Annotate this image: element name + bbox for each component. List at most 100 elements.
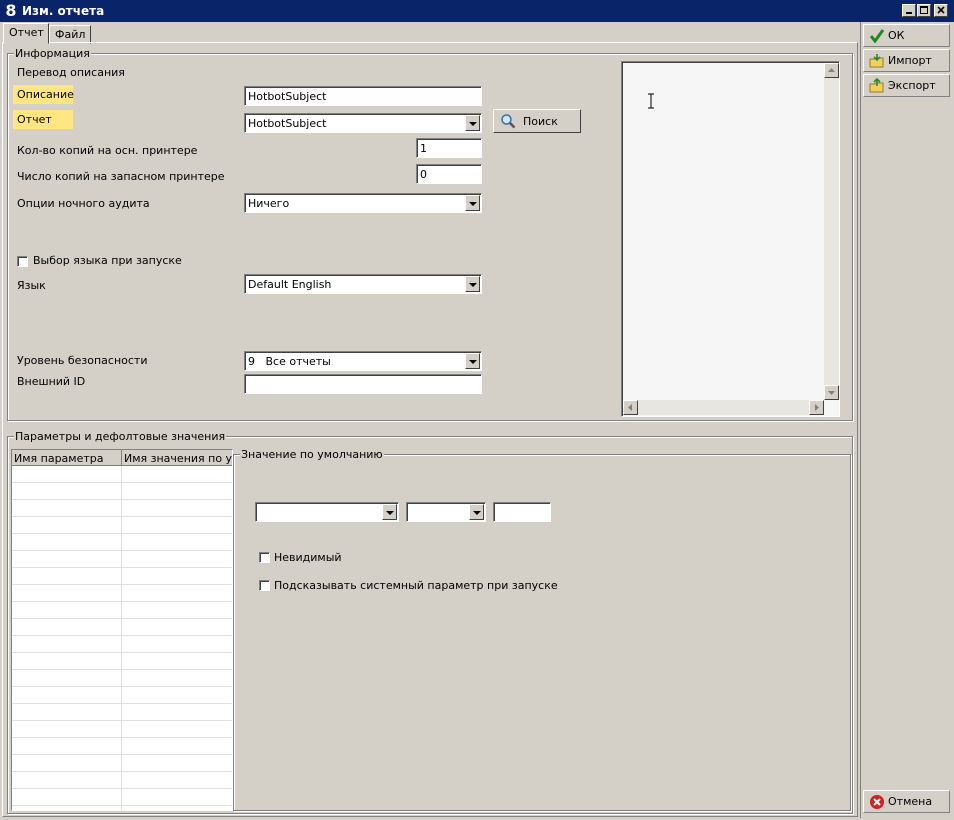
side-button-panel: ОК Импорт Экспорт Отмена (860, 22, 952, 818)
language-select[interactable]: Default English (244, 274, 482, 294)
arrow-left-icon (628, 404, 632, 411)
table-row[interactable] (12, 806, 232, 810)
table-row[interactable] (12, 568, 232, 585)
search-icon (501, 114, 516, 129)
table-row[interactable] (12, 653, 232, 670)
night-audit-select[interactable]: Ничего (244, 193, 482, 213)
ok-button-label: ОК (888, 29, 905, 42)
arrow-down-icon (828, 391, 835, 395)
external-id-label: Внешний ID (17, 375, 86, 388)
horizontal-scrollbar[interactable] (623, 400, 824, 415)
language-select-value: Default English (248, 278, 332, 291)
table-row[interactable] (12, 466, 232, 483)
chevron-down-icon[interactable] (469, 504, 484, 520)
description-field[interactable]: HotbotSubject (244, 86, 482, 106)
chevron-down-icon[interactable] (465, 115, 480, 131)
copies-main-label: Кол-во копий на осн. принтере (17, 144, 198, 157)
night-audit-select-value: Ничего (248, 197, 290, 210)
table-row[interactable] (12, 619, 232, 636)
table-row[interactable] (12, 721, 232, 738)
chevron-down-icon[interactable] (465, 195, 480, 211)
cancel-button-label: Отмена (888, 795, 933, 808)
table-row[interactable] (12, 602, 232, 619)
column-header-param-name[interactable]: Имя параметра (12, 450, 122, 466)
report-edit-window: 8 Изм. отчета Отчет Файл Информация Пере… (0, 0, 954, 820)
description-label: Описание (13, 85, 74, 104)
translate-description-label[interactable]: Перевод описания (17, 66, 125, 79)
params-table[interactable]: Имя параметра Имя значения по умолчанию (11, 449, 233, 811)
table-row[interactable] (12, 687, 232, 704)
language-label: Язык (17, 279, 46, 292)
table-row[interactable] (12, 789, 232, 806)
import-folder-icon (869, 54, 884, 68)
default-value-combo-2[interactable] (406, 502, 486, 522)
arrow-right-icon (815, 404, 819, 411)
maximize-button[interactable] (917, 4, 931, 17)
checkmark-icon (869, 29, 885, 44)
cancel-button[interactable]: Отмена (863, 790, 950, 813)
prompt-param-checkbox-label[interactable]: Подсказывать системный параметр при запу… (274, 579, 558, 592)
invisible-checkbox-label[interactable]: Невидимый (274, 551, 342, 564)
scroll-right-button[interactable] (809, 400, 824, 415)
copies-backup-label: Число копий на запасном принтере (17, 170, 225, 183)
prompt-param-checkbox[interactable] (259, 580, 270, 591)
tab-report[interactable]: Отчет (3, 23, 49, 44)
title-bar[interactable]: 8 Изм. отчета (0, 0, 954, 22)
import-button-label: Импорт (888, 54, 932, 67)
close-button[interactable] (934, 4, 948, 17)
copies-backup-field[interactable]: 0 (416, 164, 482, 184)
close-icon (937, 6, 945, 14)
search-button[interactable]: Поиск (493, 109, 581, 133)
external-id-field[interactable] (244, 374, 482, 394)
table-row[interactable] (12, 755, 232, 772)
report-label: Отчет (13, 110, 73, 129)
info-group: Информация Перевод описания Описание Hot… (7, 47, 853, 421)
security-level-select-value: 9 Все отчеты (248, 355, 331, 368)
security-level-select[interactable]: 9 Все отчеты (244, 351, 482, 371)
table-row[interactable] (12, 636, 232, 653)
table-row[interactable] (12, 483, 232, 500)
security-level-label: Уровень безопасности (17, 354, 148, 367)
app-logo-icon: 8 (5, 1, 17, 20)
language-select-checkbox[interactable] (17, 256, 28, 267)
maximize-icon (920, 6, 928, 14)
ok-button[interactable]: ОК (863, 24, 950, 47)
table-row[interactable] (12, 500, 232, 517)
default-value-legend: Значение по умолчанию (240, 448, 384, 461)
minimize-icon (906, 12, 912, 14)
tab-content-panel: Информация Перевод описания Описание Hot… (2, 42, 858, 817)
night-audit-label: Опции ночного аудита (17, 197, 150, 210)
chevron-down-icon[interactable] (465, 353, 480, 369)
default-value-field[interactable] (493, 502, 551, 522)
chevron-down-icon[interactable] (382, 504, 397, 520)
export-folder-icon (869, 78, 884, 93)
scroll-down-button[interactable] (824, 385, 839, 400)
column-header-default-value[interactable]: Имя значения по умолчанию (122, 450, 232, 466)
chevron-down-icon[interactable] (465, 276, 480, 292)
table-row[interactable] (12, 517, 232, 534)
table-row[interactable] (12, 670, 232, 687)
export-button-label: Экспорт (888, 79, 936, 92)
minimize-button[interactable] (902, 4, 916, 17)
table-row[interactable] (12, 534, 232, 551)
table-row[interactable] (12, 704, 232, 721)
table-row[interactable] (12, 738, 232, 755)
info-group-legend: Информация (14, 47, 91, 60)
table-row[interactable] (12, 585, 232, 602)
import-button[interactable]: Импорт (863, 49, 950, 72)
copies-main-field[interactable]: 1 (416, 138, 482, 158)
export-button[interactable]: Экспорт (863, 74, 950, 97)
default-value-combo-1[interactable] (255, 502, 399, 522)
window-title: Изм. отчета (22, 4, 105, 18)
table-row[interactable] (12, 772, 232, 789)
vertical-scrollbar[interactable] (824, 63, 839, 400)
invisible-checkbox[interactable] (259, 552, 270, 563)
translation-text-area[interactable] (621, 61, 840, 417)
scroll-up-button[interactable] (824, 63, 839, 78)
params-group: Параметры и дефолтовые значения Имя пара… (7, 430, 853, 814)
params-group-legend: Параметры и дефолтовые значения (14, 430, 227, 443)
report-select[interactable]: HotbotSubject (244, 113, 482, 133)
scroll-left-button[interactable] (623, 400, 638, 415)
table-row[interactable] (12, 551, 232, 568)
language-select-checkbox-label[interactable]: Выбор языка при запуске (33, 254, 182, 267)
